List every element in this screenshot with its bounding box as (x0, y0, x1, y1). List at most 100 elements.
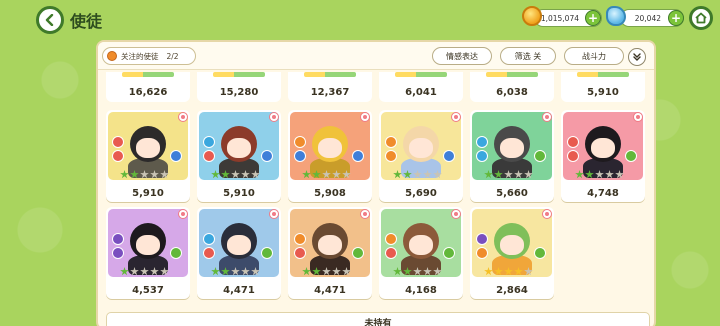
favorite-flower-icon[interactable] (542, 112, 552, 122)
star-icon (504, 170, 513, 179)
apostle-card[interactable]: 5,908 (288, 110, 372, 202)
favorite-flower-icon[interactable] (269, 112, 279, 122)
apostle-card[interactable]: 4,537 (106, 207, 190, 299)
skill-icon (294, 247, 306, 259)
apostle-card-partial[interactable]: 5,910 (561, 72, 645, 102)
apostle-card[interactable]: 5,910 (106, 110, 190, 202)
character-face (318, 235, 342, 255)
element-icon (567, 136, 579, 148)
star-rating (302, 170, 351, 179)
star-icon (211, 170, 220, 179)
star-icon (524, 267, 533, 276)
star-rating (302, 267, 351, 276)
apostle-card[interactable]: 4,168 (379, 207, 463, 299)
combat-power: 4,168 (405, 285, 437, 296)
apostle-card-partial[interactable]: 15,280 (197, 72, 281, 102)
star-icon (241, 170, 250, 179)
apostle-portrait (290, 112, 370, 180)
character-face (409, 138, 433, 158)
apostle-card-partial[interactable]: 12,367 (288, 72, 372, 102)
star-rating (120, 267, 169, 276)
character-face (500, 138, 524, 158)
star-rating (484, 267, 533, 276)
star-icon (423, 170, 432, 179)
favorite-flower-icon[interactable] (178, 209, 188, 219)
apostle-card[interactable]: 4,748 (561, 110, 645, 202)
element-icon (203, 136, 215, 148)
apostle-portrait (472, 209, 552, 277)
element-icon (294, 136, 306, 148)
star-icon (231, 170, 240, 179)
star-icon (504, 267, 513, 276)
combat-power: 2,864 (496, 285, 528, 296)
combat-power: 4,748 (587, 188, 619, 199)
add-coin-button[interactable]: + (585, 10, 601, 26)
star-icon (484, 170, 493, 179)
element-icon (112, 233, 124, 245)
star-icon (413, 267, 422, 276)
star-icon (342, 267, 351, 276)
skill-icon (203, 150, 215, 162)
sort-power-button[interactable]: 战斗力 (564, 47, 624, 65)
unowned-section-header[interactable]: 未持有 (106, 312, 650, 326)
favorite-flower-icon[interactable] (451, 209, 461, 219)
star-icon (393, 267, 402, 276)
role-icon (443, 247, 455, 259)
favorite-filter[interactable]: 关注的使徒 2/2 (102, 47, 196, 65)
role-icon (170, 247, 182, 259)
star-icon (130, 267, 139, 276)
collapse-button[interactable] (628, 48, 646, 66)
skill-icon (476, 150, 488, 162)
skill-icon (567, 150, 579, 162)
leaf-icon (606, 6, 626, 26)
element-icon (203, 233, 215, 245)
star-icon (615, 170, 624, 179)
element-icon (385, 233, 397, 245)
skill-icon (476, 247, 488, 259)
character-face (136, 138, 160, 158)
apostle-card[interactable]: 5,910 (197, 110, 281, 202)
apostle-card-partial[interactable]: 6,038 (470, 72, 554, 102)
star-icon (494, 170, 503, 179)
home-icon (695, 12, 707, 24)
star-icon (211, 267, 220, 276)
role-icon (625, 150, 637, 162)
emotion-button[interactable]: 情感表达 (432, 47, 492, 65)
character-face (591, 138, 615, 158)
favorite-flower-icon[interactable] (178, 112, 188, 122)
apostle-card[interactable]: 4,471 (197, 207, 281, 299)
star-icon (423, 267, 432, 276)
apostle-portrait (199, 112, 279, 180)
add-leaf-button[interactable]: + (668, 10, 684, 26)
favorite-flower-icon[interactable] (451, 112, 461, 122)
combat-power: 4,537 (132, 285, 164, 296)
apostle-card[interactable]: 2,864 (470, 207, 554, 299)
star-icon (231, 267, 240, 276)
filter-toggle-button[interactable]: 筛选 关 (500, 47, 556, 65)
role-icon (534, 247, 546, 259)
star-icon (150, 170, 159, 179)
favorite-flower-icon[interactable] (269, 209, 279, 219)
apostle-card-partial[interactable]: 6,041 (379, 72, 463, 102)
apostle-portrait (381, 209, 461, 277)
star-icon (312, 170, 321, 179)
apostle-card[interactable]: 4,471 (288, 207, 372, 299)
apostle-portrait (108, 209, 188, 277)
apostle-panel: 关注的使徒 2/2 情感表达 筛选 关 战斗力 16,626 15,280 12… (96, 40, 656, 326)
skill-icon (112, 247, 124, 259)
back-button[interactable] (36, 6, 64, 34)
favorite-flower-icon[interactable] (360, 112, 370, 122)
favorite-flower-icon[interactable] (633, 112, 643, 122)
star-icon (433, 267, 442, 276)
apostle-card-partial[interactable]: 16,626 (106, 72, 190, 102)
star-icon (585, 170, 594, 179)
home-button[interactable] (689, 6, 713, 30)
favorite-flower-icon[interactable] (360, 209, 370, 219)
character-face (136, 235, 160, 255)
favorite-flower-icon[interactable] (542, 209, 552, 219)
star-icon (433, 170, 442, 179)
star-icon (120, 267, 129, 276)
star-icon (605, 170, 614, 179)
apostle-card[interactable]: 5,660 (470, 110, 554, 202)
apostle-card[interactable]: 5,690 (379, 110, 463, 202)
